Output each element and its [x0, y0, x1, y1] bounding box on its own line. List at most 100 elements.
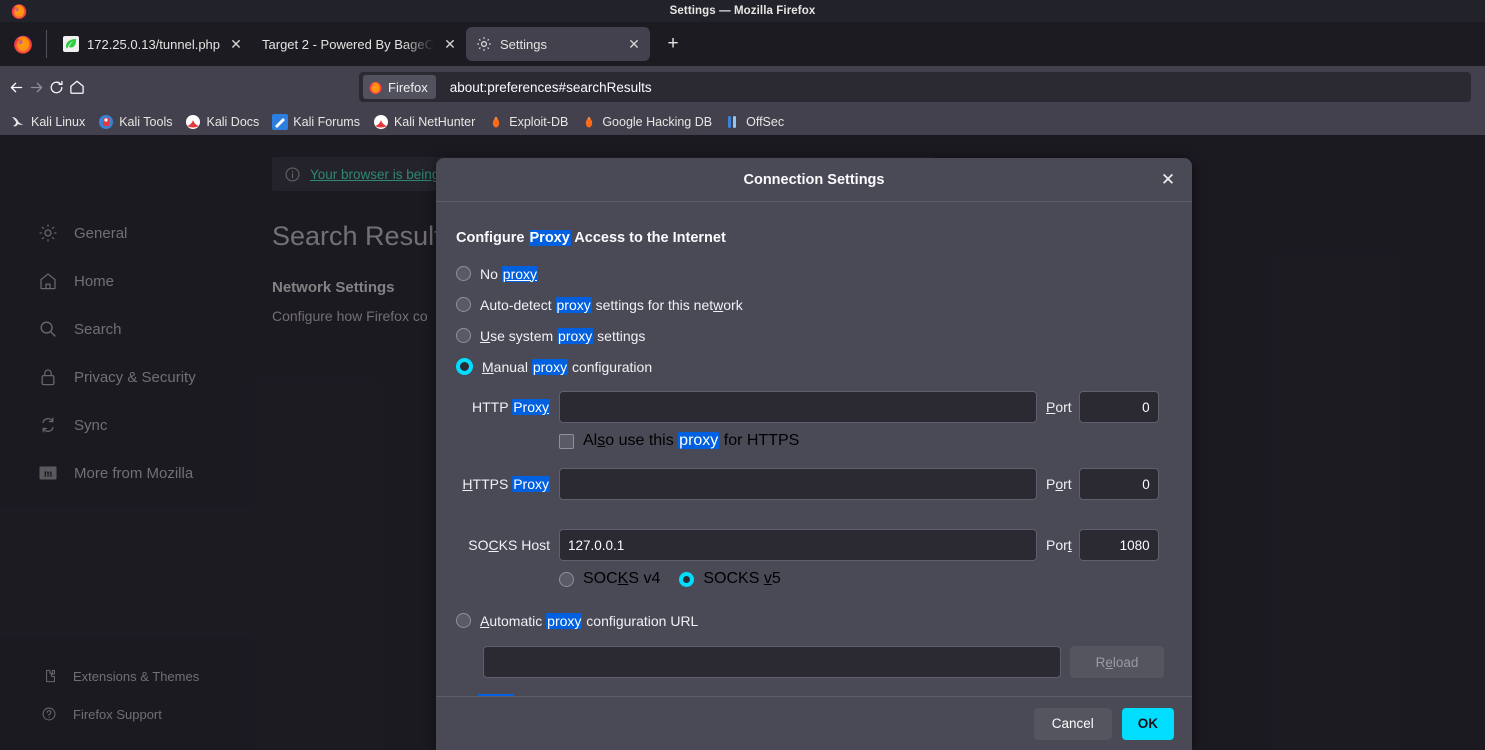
sidebar-item-privacy-security[interactable]: Privacy & Security — [38, 362, 250, 392]
label-post: for HTTPS — [719, 432, 800, 449]
mozilla-m-icon: m — [39, 466, 57, 480]
search-icon — [40, 321, 56, 337]
bookmark-offsec[interactable]: OffSec — [725, 114, 784, 130]
label-post: settings for this network — [591, 296, 743, 313]
home-icon — [70, 80, 84, 94]
radio-indicator — [456, 613, 471, 628]
window-titlebar: Settings — Mozilla Firefox — [0, 0, 1485, 22]
tab-settings[interactable]: Settings ✕ — [466, 27, 650, 61]
firefox-logo-icon — [14, 35, 32, 54]
sidebar-item-more-from-mozilla[interactable]: m More from Mozilla — [38, 458, 250, 488]
https-proxy-input[interactable] — [559, 468, 1037, 500]
socks-v4-label: SOCKS v4 — [583, 570, 661, 587]
search-highlight: proxy — [678, 432, 720, 449]
https-port-label: Port — [1046, 476, 1072, 492]
tab-title: Target 2 - Powered By BageC — [262, 36, 434, 52]
search-highlight: proxy — [531, 358, 569, 375]
sidebar-bottom-group: Extensions & Themes Firefox Support — [0, 664, 250, 740]
reload-button[interactable]: Reload — [1070, 646, 1164, 678]
reload-label: Reload — [1095, 654, 1139, 670]
radio-label: Automatic proxy configuration URL — [480, 612, 698, 629]
auto-config-url-input[interactable] — [483, 646, 1061, 678]
sidebar-item-search[interactable]: Search — [38, 314, 250, 344]
bookmark-label: OffSec — [746, 114, 785, 129]
url-bar[interactable]: Firefox about:preferences#searchResults — [359, 72, 1471, 102]
tab-target-2[interactable]: Target 2 - Powered By BageC ✕ — [252, 27, 466, 61]
firefox-logo-icon — [369, 81, 382, 94]
connection-settings-dialog: Connection Settings ✕ Configure Proxy Ac… — [436, 158, 1192, 750]
bookmark-google-hacking-db[interactable]: Google Hacking DB — [581, 114, 712, 130]
tab-close-icon[interactable]: ✕ — [440, 34, 460, 54]
radio-indicator — [456, 297, 471, 312]
gear-icon — [477, 37, 491, 51]
google-hacking-db-icon — [586, 116, 593, 127]
managed-browser-link[interactable]: Your browser is being m — [310, 167, 454, 182]
socks-host-input[interactable] — [559, 529, 1037, 561]
search-highlight: proxy — [546, 612, 583, 629]
also-https-label: Also use this proxy for HTTPS — [583, 432, 799, 450]
sidebar-item-home[interactable]: Home — [38, 266, 250, 296]
sidebar-item-firefox-support[interactable]: Firefox Support — [38, 702, 250, 726]
tab-list: 172.25.0.13/tunnel.php ✕ Target 2 - Powe… — [47, 22, 688, 66]
radio-label: Auto-detect proxy settings for this netw… — [480, 296, 743, 313]
tab-title: Settings — [500, 36, 547, 52]
forward-button[interactable] — [28, 71, 45, 103]
radio-no-proxy[interactable]: No proxy — [456, 258, 1172, 289]
https-port-input[interactable] — [1078, 468, 1159, 500]
radio-indicator[interactable] — [559, 571, 574, 587]
label-post: settings — [593, 327, 646, 344]
label-pre: Auto-detect — [480, 296, 556, 313]
bookmark-kali-docs[interactable]: Kali Docs — [185, 114, 259, 130]
radio-auto-detect[interactable]: Auto-detect proxy settings for this netw… — [456, 289, 1172, 320]
kali-dragon-icon — [12, 116, 23, 126]
leaf-icon — [63, 36, 79, 52]
bookmark-kali-linux[interactable]: Kali Linux — [10, 114, 85, 130]
radio-manual[interactable]: Manual proxy configuration — [456, 351, 1172, 382]
sidebar-item-general[interactable]: General — [38, 218, 250, 248]
firefox-app-menu-icon[interactable] — [0, 22, 46, 66]
identity-chip-label: Firefox — [388, 79, 428, 95]
bookmark-exploit-db[interactable]: Exploit-DB — [488, 114, 568, 130]
radio-label: Manual proxy configuration — [482, 358, 652, 375]
radio-indicator-selected[interactable] — [679, 571, 695, 587]
search-highlight: Proxy — [528, 230, 571, 246]
bookmark-label: Kali Docs — [206, 114, 260, 129]
sidebar-item-extensions-themes[interactable]: Extensions & Themes — [38, 664, 250, 688]
http-proxy-input[interactable] — [559, 391, 1037, 423]
tab-tunnel-php[interactable]: 172.25.0.13/tunnel.php ✕ — [53, 27, 252, 61]
identity-chip[interactable]: Firefox — [363, 75, 436, 99]
socks-version-row: SOCKS v4 SOCKS v5 — [456, 570, 1172, 588]
socks-v5-label: SOCKS v5 — [703, 570, 781, 587]
home-button[interactable] — [68, 71, 86, 103]
tab-close-icon[interactable]: ✕ — [226, 34, 246, 54]
new-tab-button[interactable]: + — [658, 29, 688, 59]
close-icon[interactable]: ✕ — [1154, 166, 1182, 194]
reload-button[interactable] — [48, 71, 65, 103]
bookmark-kali-forums[interactable]: Kali Forums — [272, 113, 360, 130]
home-icon — [40, 273, 56, 290]
http-port-label: Port — [1046, 399, 1072, 415]
kali-tools-icon — [99, 114, 114, 129]
search-highlight: Proxy — [512, 476, 550, 492]
https-proxy-row: HTTPS Proxy Port — [456, 468, 1172, 500]
radio-use-system[interactable]: Use system proxy settings — [456, 320, 1172, 351]
bookmark-star-button[interactable] — [1477, 71, 1485, 103]
socks-port-input[interactable] — [1078, 529, 1159, 561]
settings-sidebar: General Home Search Privacy & Security S… — [0, 135, 250, 750]
bookmark-kali-nethunter[interactable]: Kali NetHunter — [373, 114, 475, 130]
socks-host-label: SOCKS Host — [468, 537, 550, 553]
cancel-button[interactable]: Cancel — [1033, 707, 1112, 740]
radio-auto-config-url[interactable]: Automatic proxy configuration URL — [456, 605, 1172, 636]
sync-icon — [42, 417, 54, 433]
url-text[interactable]: about:preferences#searchResults — [450, 80, 652, 95]
also-https-row[interactable]: Also use this proxy for HTTPS — [456, 432, 1172, 450]
sidebar-item-sync[interactable]: Sync — [38, 410, 250, 440]
bookmark-label: Kali Tools — [119, 114, 173, 129]
bookmark-kali-tools[interactable]: Kali Tools — [98, 114, 172, 130]
tab-close-icon[interactable]: ✕ — [624, 34, 644, 54]
lock-icon — [41, 369, 55, 386]
back-button[interactable] — [8, 71, 25, 103]
label-pre: Also use this — [583, 432, 679, 449]
http-port-input[interactable] — [1078, 391, 1159, 423]
ok-button[interactable]: OK — [1121, 707, 1174, 740]
